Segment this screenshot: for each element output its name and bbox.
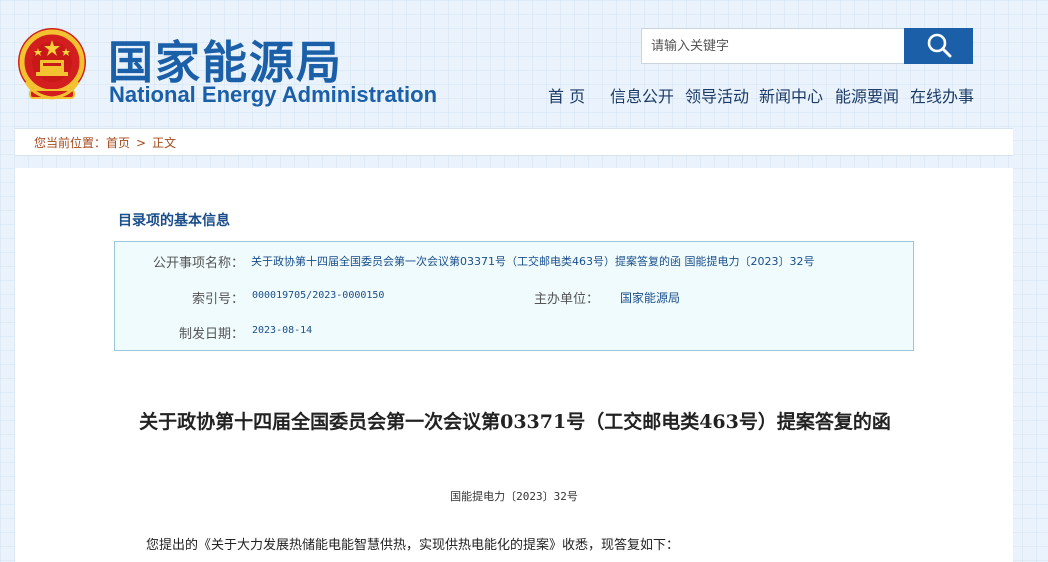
- meta-index-value: 000019705/2023-0000150: [252, 290, 385, 301]
- search-icon: [926, 32, 952, 61]
- breadcrumb-separator: >: [136, 136, 147, 150]
- meta-org-value: 国家能源局: [620, 291, 681, 305]
- nav-item-info-disclosure[interactable]: 信息公开: [610, 83, 674, 107]
- meta-date-value: 2023-08-14: [252, 325, 313, 336]
- breadcrumb-current: 正文: [152, 136, 177, 150]
- document-body-first-line: 您提出的《关于大力发展热储能电能智慧供热，实现供热电能化的提案》收悉，现答复如下…: [146, 538, 680, 553]
- meta-info-box: 公开事项名称： 关于政协第十四届全国委员会第一次会议第03371号（工交邮电类4…: [114, 241, 914, 351]
- nav-item-news-center[interactable]: 新闻中心: [759, 83, 823, 107]
- nav-item-energy-news[interactable]: 能源要闻: [835, 83, 899, 107]
- site-title-en: National Energy Administration: [109, 82, 438, 107]
- nav-item-online-services[interactable]: 在线办事: [910, 83, 974, 107]
- search-box: [641, 28, 973, 64]
- meta-name-label: 公开事项名称：: [152, 256, 244, 271]
- document-title: 关于政协第十四届全国委员会第一次会议第03371号（工交邮电类463号）提案答复…: [139, 411, 891, 433]
- breadcrumb: 您当前位置：首页 > 正文: [15, 128, 1013, 156]
- main-content: 目录项的基本信息 公开事项名称： 关于政协第十四届全国委员会第一次会议第0337…: [15, 168, 1013, 562]
- meta-org-label: 主办单位：: [533, 292, 599, 307]
- document-number: 国能提电力〔2023〕32号: [450, 490, 578, 503]
- breadcrumb-home-link[interactable]: 首页: [106, 136, 130, 150]
- meta-index-label: 索引号：: [191, 292, 244, 307]
- nav-item-home[interactable]: 首 页: [548, 83, 585, 107]
- meta-date-label: 制发日期：: [178, 327, 244, 342]
- nav-item-leader-activities[interactable]: 领导活动: [685, 83, 749, 107]
- national-emblem-icon: [14, 24, 90, 104]
- search-button[interactable]: [904, 28, 973, 64]
- search-input[interactable]: [642, 29, 904, 63]
- meta-heading: 目录项的基本信息: [118, 213, 230, 229]
- meta-name-value: 关于政协第十四届全国委员会第一次会议第03371号（工交邮电类463号）提案答复…: [251, 255, 815, 268]
- breadcrumb-prefix: 您当前位置：: [34, 136, 107, 150]
